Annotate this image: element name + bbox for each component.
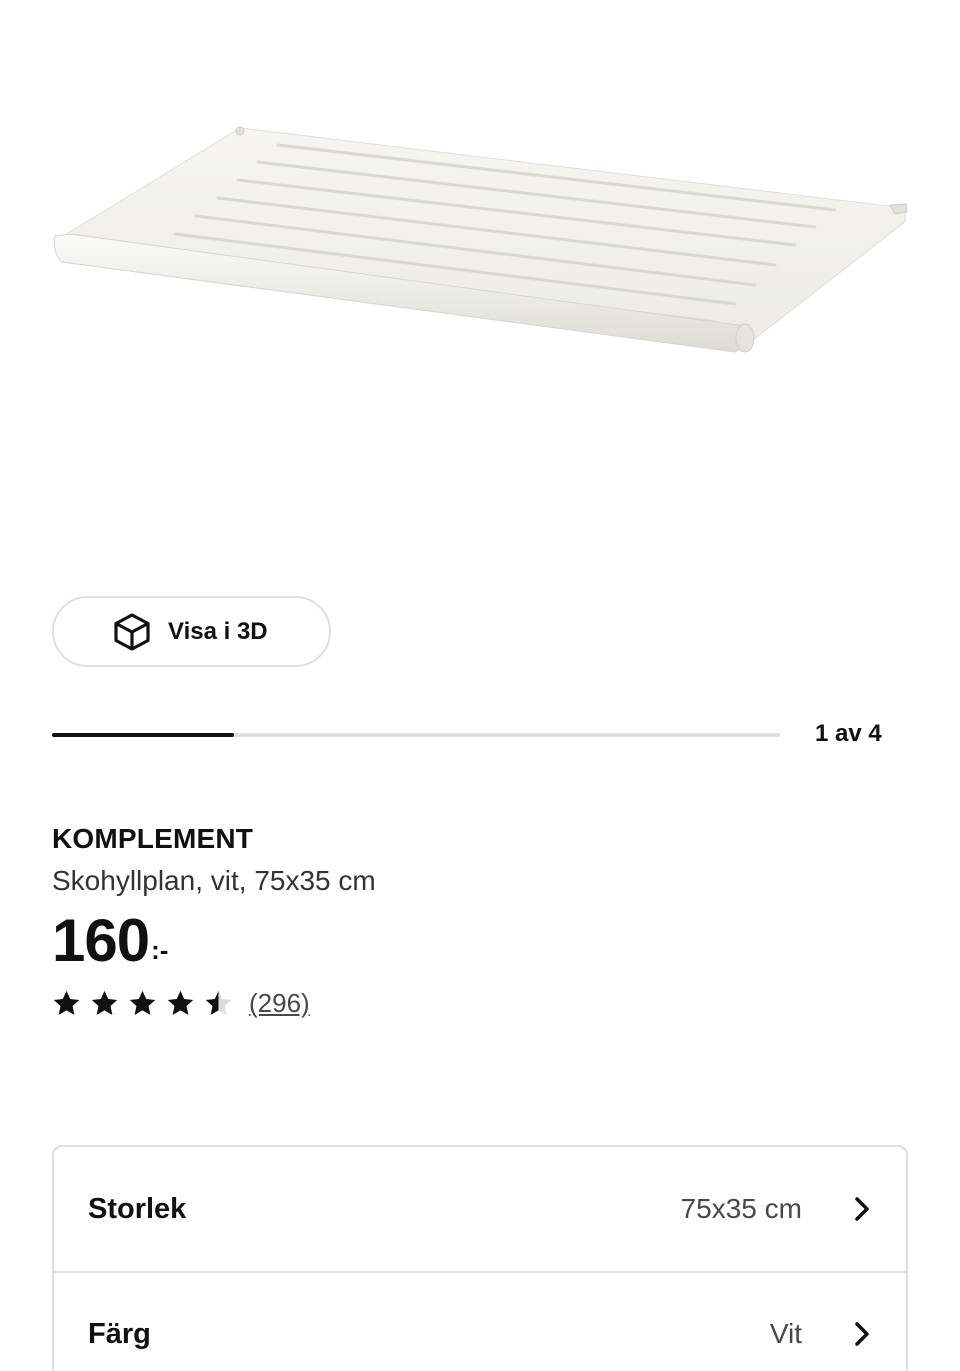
- star-icon: [91, 990, 118, 1015]
- price-integer: 160: [52, 907, 150, 974]
- star-icon: [53, 990, 80, 1015]
- option-label: Storlek: [88, 1192, 187, 1225]
- option-row-size[interactable]: Storlek 75x35 cm: [54, 1147, 906, 1271]
- price-suffix: :-: [151, 935, 169, 965]
- star-icon: [205, 990, 232, 1015]
- gallery-progress-fill: [52, 733, 234, 737]
- shoe-shelf-image: [53, 126, 908, 353]
- chevron-right-icon: [848, 1320, 876, 1348]
- star-icon: [129, 990, 156, 1015]
- product-price: 160 :-: [52, 905, 168, 977]
- product-brand: KOMPLEMENT: [52, 823, 254, 854]
- option-label: Färg: [88, 1317, 151, 1350]
- gallery-progress-bar: [52, 733, 780, 737]
- rating-stars: [52, 989, 233, 1018]
- cube-icon: [110, 610, 154, 654]
- product-rating[interactable]: (296): [52, 988, 310, 1019]
- product-description: Skohyllplan, vit, 75x35 cm: [52, 865, 376, 896]
- option-value: Vit: [769, 1318, 802, 1349]
- review-count-link[interactable]: (296): [249, 988, 310, 1019]
- star-icon: [167, 990, 194, 1015]
- chevron-right-icon: [848, 1195, 876, 1223]
- product-options: Storlek 75x35 cm Färg Vit: [52, 1145, 908, 1371]
- gallery-position-label: 1 av 4: [815, 720, 882, 747]
- product-image[interactable]: [0, 0, 960, 560]
- view-in-3d-label: Visa i 3D: [168, 617, 268, 645]
- option-value: 75x35 cm: [680, 1193, 802, 1224]
- option-row-color[interactable]: Färg Vit: [54, 1271, 906, 1371]
- view-in-3d-button[interactable]: Visa i 3D: [52, 596, 331, 667]
